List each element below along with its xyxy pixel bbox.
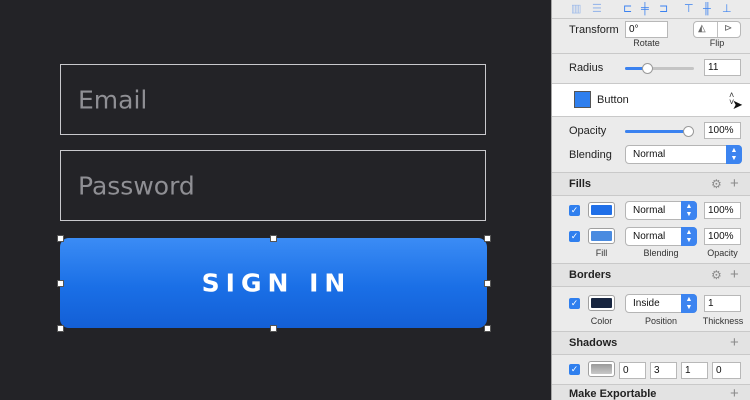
align-center-horizontal-icon[interactable]: ╪ xyxy=(641,4,649,15)
dropdown-arrows-icon: ▲ ▼ xyxy=(681,227,697,246)
transform-label: Transform xyxy=(569,24,619,36)
borders-title: Borders xyxy=(569,269,612,281)
rotate-label: Rotate xyxy=(633,38,660,48)
distribute-vertical-icon[interactable]: ☰ xyxy=(592,4,602,15)
fill-2-checkbox[interactable]: ✓ xyxy=(569,231,580,242)
borders-gear-icon[interactable]: ⚙ xyxy=(711,269,722,281)
flip-label: Flip xyxy=(709,38,725,48)
fills-gear-icon[interactable]: ⚙ xyxy=(711,178,722,190)
fill-opacity-column-label: Opacity xyxy=(707,248,738,258)
fill-1-color-well[interactable] xyxy=(588,202,615,218)
fill-2-opacity-field[interactable]: 100% xyxy=(704,228,741,245)
border-thickness-field[interactable]: 1 xyxy=(704,295,741,312)
shadow-checkbox[interactable]: ✓ xyxy=(569,364,580,375)
shadow-color-well[interactable] xyxy=(588,361,615,377)
align-left-icon[interactable]: ⊏ xyxy=(623,4,632,15)
add-border-icon[interactable]: + xyxy=(730,267,739,282)
border-color-column-label: Color xyxy=(590,316,613,326)
fill-1-blending-value: Normal xyxy=(633,205,666,216)
border-position-dropdown[interactable]: Inside ▲ ▼ xyxy=(625,294,697,313)
border-thickness-column-label: Thickness xyxy=(702,316,744,326)
blending-value: Normal xyxy=(633,149,666,160)
add-export-icon[interactable]: + xyxy=(730,386,739,400)
borders-header: Borders ⚙ + xyxy=(552,264,750,286)
email-placeholder: Email xyxy=(78,85,148,114)
opacity-slider[interactable] xyxy=(625,126,694,137)
border-position-value: Inside xyxy=(633,298,660,309)
align-middle-icon[interactable]: ╫ xyxy=(703,4,711,15)
distribute-horizontal-icon[interactable]: ▥ xyxy=(571,4,581,15)
selection-handle-left[interactable] xyxy=(57,280,64,287)
shadow-y-field[interactable]: 3 xyxy=(650,362,677,379)
selection-handle-bottom[interactable] xyxy=(270,325,277,332)
design-canvas[interactable]: Email Password SIGN IN xyxy=(0,0,551,400)
opacity-slider-knob[interactable] xyxy=(683,126,694,137)
make-exportable-header: Make Exportable + xyxy=(552,385,750,400)
fill-2-blending-value: Normal xyxy=(633,231,666,242)
shadows-title: Shadows xyxy=(569,337,618,349)
inspector-panel: ▥ ☰ ⊏ ╪ ⊐ ⊤ ╫ ⊥ Transform 0° Rotate ◭ ⊳ … xyxy=(551,0,750,400)
style-name: Button xyxy=(597,94,629,106)
password-placeholder: Password xyxy=(78,171,195,200)
fill-2-color-well[interactable] xyxy=(588,228,615,244)
fill-blending-column-label: Blending xyxy=(643,248,679,258)
opacity-field[interactable]: 100% xyxy=(704,122,741,139)
flip-vertical-icon[interactable]: ⊳ xyxy=(724,23,732,34)
fill-1-blending-dropdown[interactable]: Normal ▲ ▼ xyxy=(625,201,697,220)
fill-1-opacity-field[interactable]: 100% xyxy=(704,202,741,219)
border-color-well[interactable] xyxy=(588,295,615,311)
make-exportable-title: Make Exportable xyxy=(569,388,657,400)
mouse-cursor-icon: ➤ xyxy=(732,97,743,112)
flip-horizontal-icon[interactable]: ◭ xyxy=(698,23,706,34)
rotate-field[interactable]: 0° xyxy=(625,21,668,38)
align-bottom-icon[interactable]: ⊥ xyxy=(722,4,732,15)
selection-handle-bottom-left[interactable] xyxy=(57,325,64,332)
shadow-x-field[interactable]: 0 xyxy=(619,362,646,379)
border-position-column-label: Position xyxy=(644,316,678,326)
dropdown-arrows-icon: ▲ ▼ xyxy=(681,294,697,313)
sign-in-label: SIGN IN xyxy=(201,268,352,298)
fill-2-blending-dropdown[interactable]: Normal ▲ ▼ xyxy=(625,227,697,246)
align-right-icon[interactable]: ⊐ xyxy=(659,4,668,15)
opacity-slider-fill xyxy=(625,130,688,133)
selection-handle-top-right[interactable] xyxy=(484,235,491,242)
fills-title: Fills xyxy=(569,178,592,190)
fills-header: Fills ⚙ + xyxy=(552,173,750,195)
alignment-toolbar: ▥ ☰ ⊏ ╪ ⊐ ⊤ ╫ ⊥ xyxy=(552,0,750,18)
shadow-spread-field[interactable]: 0 xyxy=(712,362,741,379)
selection-handle-bottom-right[interactable] xyxy=(484,325,491,332)
password-field[interactable]: Password xyxy=(60,150,486,221)
fill-1-checkbox[interactable]: ✓ xyxy=(569,205,580,216)
shadow-blur-field[interactable]: 1 xyxy=(681,362,708,379)
radius-slider[interactable] xyxy=(625,63,694,74)
selection-handle-right[interactable] xyxy=(484,280,491,287)
sign-in-button[interactable]: SIGN IN xyxy=(60,238,487,328)
selection-handle-top-left[interactable] xyxy=(57,235,64,242)
shared-style-selector[interactable]: Button ˄ ˅ ➤ xyxy=(552,84,750,116)
dropdown-arrows-icon: ▲ ▼ xyxy=(726,145,742,164)
add-shadow-icon[interactable]: + xyxy=(730,335,739,350)
flip-control: ◭ ⊳ xyxy=(693,21,741,38)
border-checkbox[interactable]: ✓ xyxy=(569,298,580,309)
blending-dropdown[interactable]: Normal ▲ ▼ xyxy=(625,145,742,164)
blending-label: Blending xyxy=(569,149,612,161)
align-top-icon[interactable]: ⊤ xyxy=(684,4,694,15)
shadows-header: Shadows + xyxy=(552,332,750,354)
fill-column-label: Fill xyxy=(595,248,608,258)
opacity-label: Opacity xyxy=(569,125,607,137)
email-field[interactable]: Email xyxy=(60,64,486,135)
radius-field[interactable]: 11 xyxy=(704,59,741,76)
dropdown-arrows-icon: ▲ ▼ xyxy=(681,201,697,220)
selection-handle-top[interactable] xyxy=(270,235,277,242)
style-color-swatch xyxy=(574,91,591,108)
add-fill-icon[interactable]: + xyxy=(730,176,739,191)
radius-slider-knob[interactable] xyxy=(642,63,653,74)
radius-label: Radius xyxy=(569,62,604,74)
